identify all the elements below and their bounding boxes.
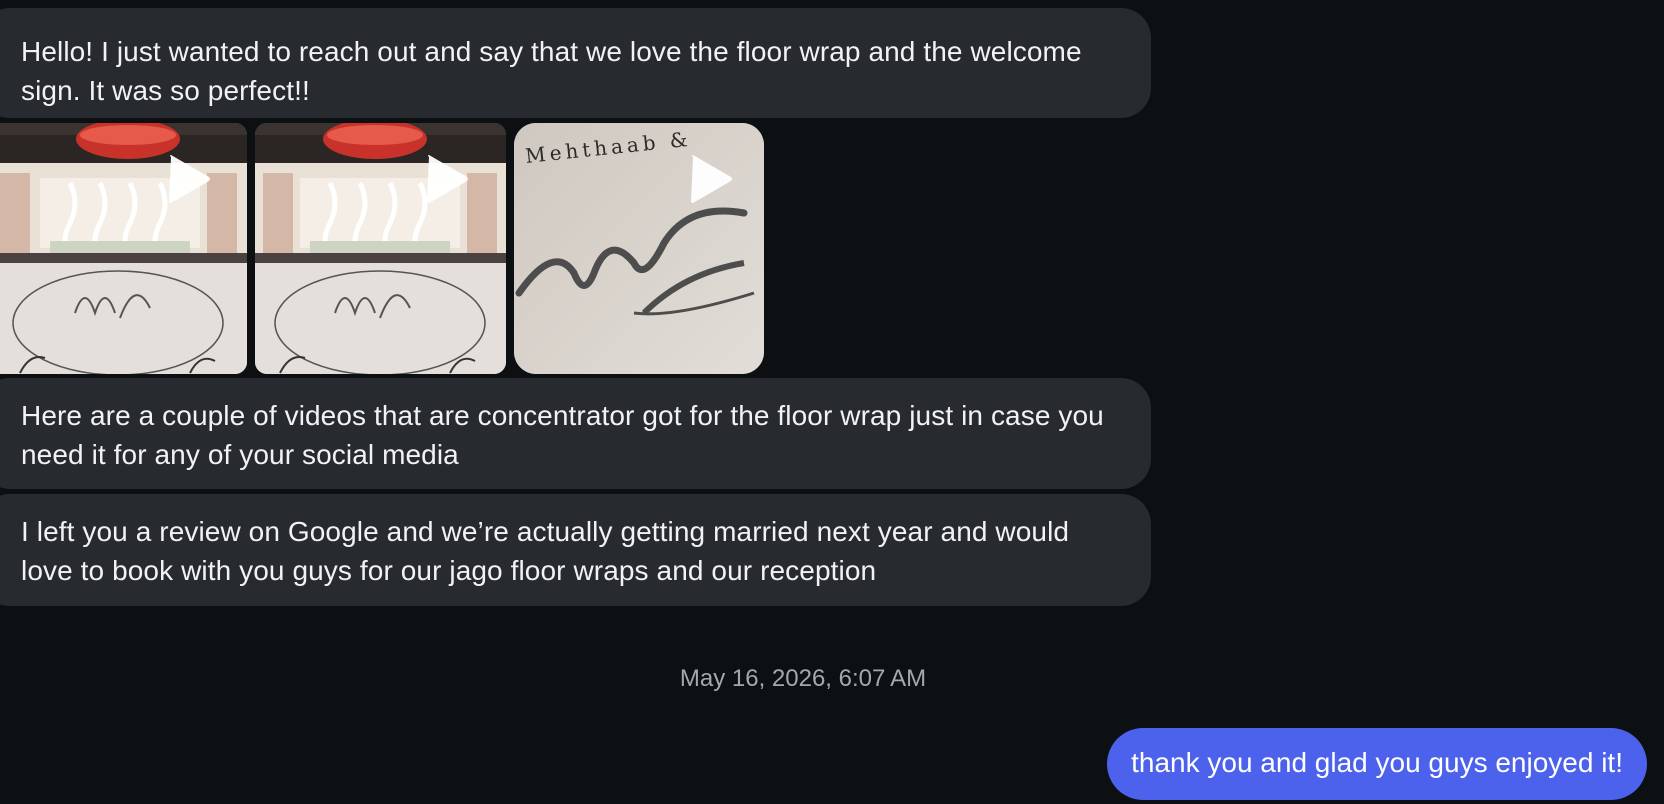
message-text: Here are a couple of videos that are con… [21, 400, 1104, 470]
video-thumbnail[interactable] [0, 123, 247, 374]
message-timestamp: May 16, 2026, 6:07 AM [679, 665, 927, 692]
incoming-message[interactable]: I left you a review on Google and we’re … [0, 494, 1151, 606]
play-icon[interactable] [687, 153, 733, 205]
video-thumbnail[interactable] [255, 123, 506, 374]
incoming-message[interactable]: Hello! I just wanted to reach out and sa… [0, 8, 1151, 118]
outgoing-message[interactable]: thank you and glad you guys enjoyed it! [1107, 728, 1647, 800]
incoming-message[interactable]: Here are a couple of videos that are con… [0, 378, 1151, 489]
message-text: I left you a review on Google and we’re … [21, 516, 1070, 586]
message-text: Hello! I just wanted to reach out and sa… [21, 36, 1082, 106]
message-text: thank you and glad you guys enjoyed it! [1131, 747, 1623, 778]
play-icon[interactable] [165, 153, 211, 205]
video-thumbnail[interactable]: Mehthaab & [514, 123, 764, 374]
play-icon[interactable] [423, 153, 469, 205]
message-thread: Hello! I just wanted to reach out and sa… [0, 0, 1664, 804]
